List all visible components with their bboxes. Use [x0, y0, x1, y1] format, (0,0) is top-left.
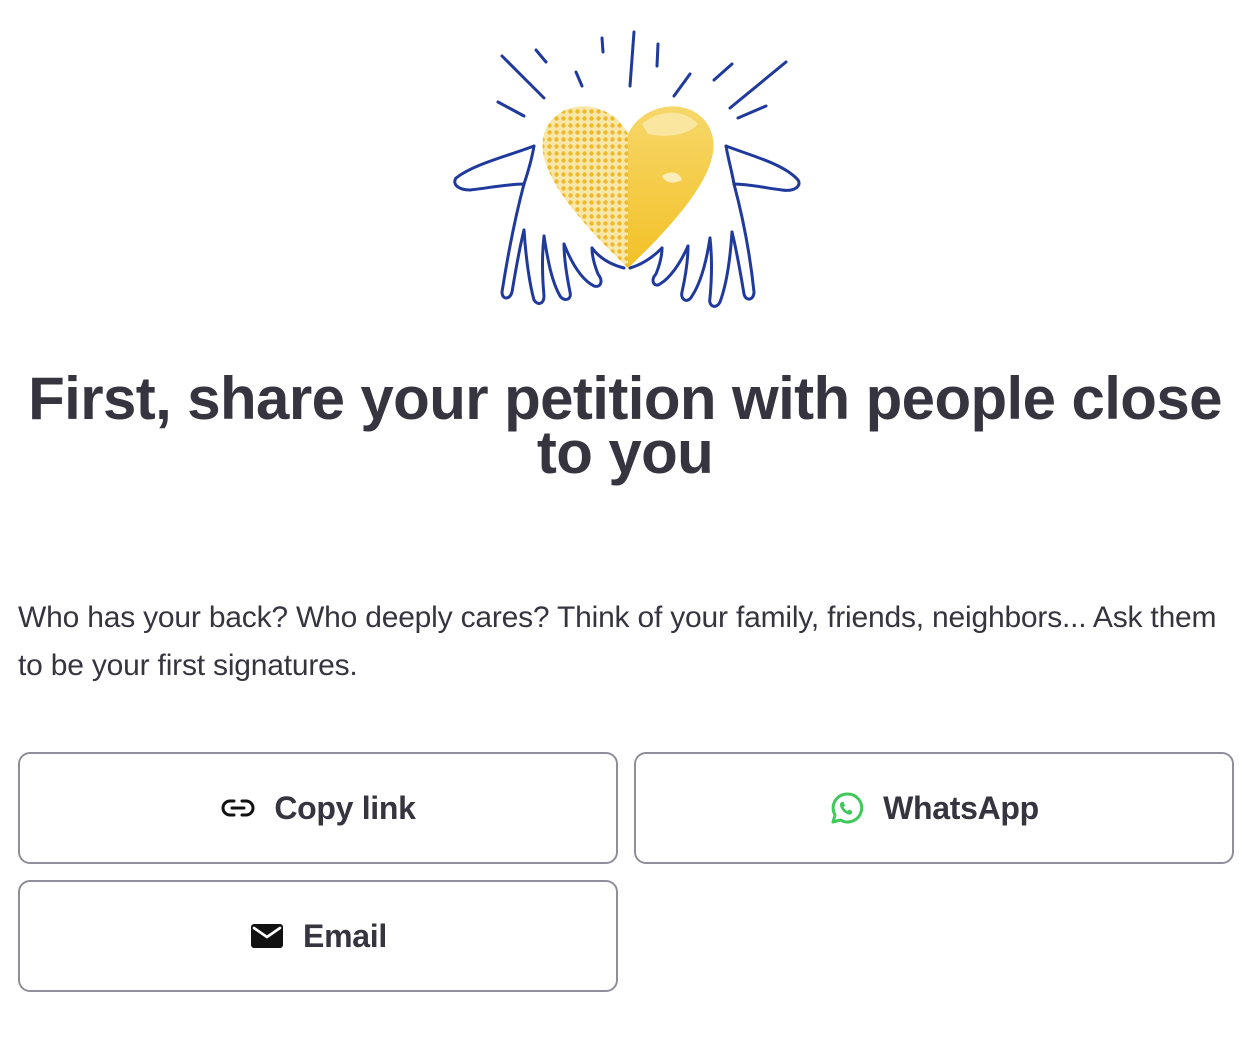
mail-icon — [249, 918, 285, 954]
whatsapp-label: WhatsApp — [883, 789, 1039, 826]
email-label: Email — [303, 917, 387, 954]
hands-heart-icon — [453, 30, 801, 308]
link-icon — [220, 790, 256, 826]
intro-text: Who has your back? Who deeply cares? Thi… — [18, 601, 1217, 682]
page-title: First, share your petition with people c… — [28, 365, 1222, 486]
email-button[interactable]: Email — [18, 880, 618, 992]
whatsapp-button[interactable]: WhatsApp — [634, 752, 1234, 864]
whatsapp-icon — [829, 790, 865, 826]
copy-link-label: Copy link — [274, 789, 416, 826]
copy-link-button[interactable]: Copy link — [18, 752, 618, 864]
hands-heart-illustration — [448, 24, 808, 320]
